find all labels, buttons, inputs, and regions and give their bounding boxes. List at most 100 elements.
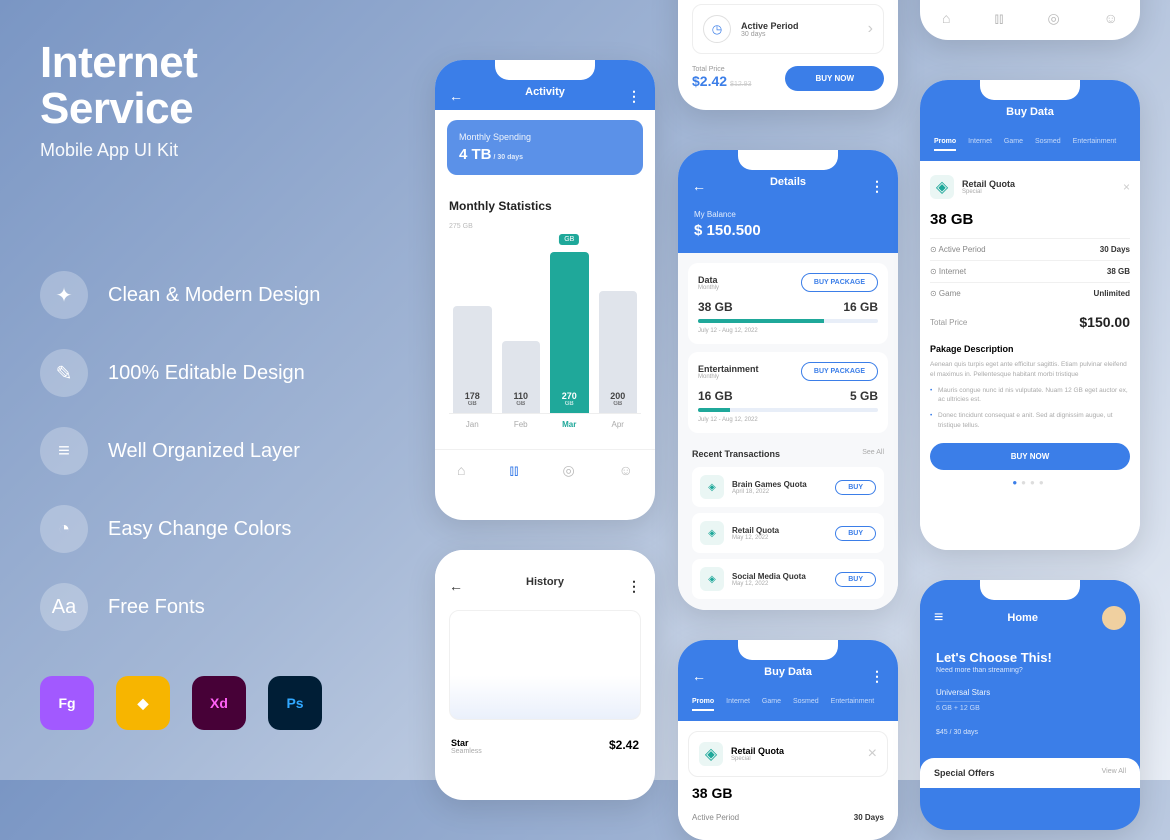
feature-text: 100% Editable Design (108, 362, 305, 385)
quota-size: 38 GB (692, 785, 884, 801)
tool-icon: Fg (40, 676, 94, 730)
buy-now-button[interactable]: BUY NOW (785, 66, 884, 91)
transaction-icon: ◈ (700, 475, 724, 499)
stats-icon[interactable]: ⫾⫾ (509, 462, 518, 479)
header-title: Buy Data (764, 666, 812, 678)
menu-icon[interactable]: ⋮ (627, 88, 641, 105)
stats-icon[interactable]: ⫾⫾ (994, 10, 1003, 27)
spending-sub: / 30 days (492, 154, 524, 161)
tab[interactable]: Internet (968, 138, 992, 151)
price-label: Total Price (692, 66, 751, 73)
buy-package-button[interactable]: BUY PACKAGE (801, 362, 878, 381)
close-icon[interactable]: × (868, 745, 877, 763)
transaction-icon: ◈ (700, 567, 724, 591)
tab[interactable]: Sosmed (793, 698, 819, 711)
screen-buy-data: Buy Data Promo Internet Game Sosmed Entertai… (920, 80, 1140, 550)
profile-icon[interactable]: ☺ (1104, 10, 1118, 27)
tab[interactable]: Game (762, 698, 781, 711)
header-title: History (526, 576, 564, 588)
header: Buy Data (920, 80, 1140, 130)
header-title: Buy Data (1006, 106, 1054, 118)
globe-icon[interactable]: ◎ (1047, 10, 1059, 27)
header: ← Activity ⋮ (435, 60, 655, 110)
back-icon[interactable]: ← (449, 578, 463, 594)
feature-text: Easy Change Colors (108, 518, 291, 541)
quota-sub: Special (731, 756, 784, 762)
header-title: Details (770, 176, 806, 188)
profile-icon[interactable]: ☺ (619, 462, 633, 479)
screen-home: ≡ Home Let's Choose This! Need more than… (920, 580, 1140, 830)
tab[interactable]: Internet (726, 698, 750, 711)
card-title: Active Period (741, 21, 799, 31)
chart-bar[interactable]: GB270GB (550, 252, 589, 413)
menu-icon[interactable]: ⋮ (627, 578, 641, 595)
buy-button[interactable]: BUY (835, 526, 876, 541)
tab[interactable]: Promo (934, 138, 956, 151)
buy-button[interactable]: BUY (835, 572, 876, 587)
transaction-item: ◈Social Media QuotaMay 12, 2022BUY (692, 559, 884, 599)
feature-item: ◔Easy Change Colors (40, 505, 410, 553)
balance-value: $ 150.500 (694, 222, 882, 239)
bottom-nav: ⌂ ⫾⫾ ◎ ☺ (435, 449, 655, 491)
feature-icon: ≡ (40, 427, 88, 475)
description-text: Aenean quis turpis eget ante efficitur s… (930, 360, 1130, 380)
menu-icon[interactable]: ⋮ (870, 668, 884, 685)
data-card: EntertainmentMonthlyBUY PACKAGE16 GB5 GB… (688, 352, 888, 433)
hamburger-icon[interactable]: ≡ (934, 609, 943, 627)
balance-label: My Balance (694, 210, 882, 219)
feature-icon: ✎ (40, 349, 88, 397)
active-period-card[interactable]: ◷ Active Period30 days › (692, 4, 884, 54)
home-icon[interactable]: ⌂ (942, 10, 950, 27)
total-price-label: Total Price (930, 318, 967, 327)
view-all-link[interactable]: View All (1102, 768, 1126, 778)
data-card: DataMonthlyBUY PACKAGE38 GB16 GBJuly 12 … (688, 263, 888, 344)
card-sub: 30 days (741, 31, 799, 38)
header: ← Buy Data ⋮ (678, 640, 898, 690)
title-line2: Service (40, 86, 410, 132)
stats-card: Monthly Statistics 275 GB 178GB110GBGB27… (435, 185, 655, 449)
month-label: Feb (502, 420, 541, 429)
plan-period: / 30 days (948, 729, 978, 736)
back-icon[interactable]: ← (692, 178, 706, 194)
page-dots: ●●●● (930, 478, 1130, 487)
tool-icon: Xd (192, 676, 246, 730)
back-icon[interactable]: ← (692, 668, 706, 684)
hero-title: Let's Choose This! (936, 650, 1124, 665)
buy-now-button[interactable]: BUY NOW (930, 443, 1130, 470)
back-icon[interactable]: ← (449, 88, 463, 104)
feature-text: Clean & Modern Design (108, 284, 320, 307)
home-icon[interactable]: ⌂ (457, 462, 465, 479)
feature-text: Well Organized Layer (108, 440, 300, 463)
header: ← History ⋮ (435, 550, 655, 600)
illustration (449, 610, 641, 720)
clock-icon: ◷ (703, 15, 731, 43)
chart-bar[interactable]: 200GB (599, 291, 638, 413)
tag-icon: ◈ (930, 175, 954, 199)
tool-icon: ◆ (116, 676, 170, 730)
tab[interactable]: Entertainment (831, 698, 875, 711)
chart-bar[interactable]: 110GB (502, 341, 541, 413)
transaction-item: ◈Retail QuotaMay 12, 2022BUY (692, 513, 884, 553)
globe-icon[interactable]: ◎ (562, 462, 574, 479)
tab[interactable]: Entertainment (1073, 138, 1117, 151)
quota-title: Retail Quota (962, 179, 1015, 189)
month-label: Mar (550, 420, 589, 429)
menu-icon[interactable]: ⋮ (870, 178, 884, 195)
chart-bar[interactable]: 178GB (453, 306, 492, 413)
close-icon[interactable]: × (1123, 180, 1130, 194)
feature-icon: Aa (40, 583, 88, 631)
buy-button[interactable]: BUY (835, 480, 876, 495)
tab[interactable]: Game (1004, 138, 1023, 151)
plan-price: $45 (936, 729, 948, 736)
screen-activity: ← Activity ⋮ Monthly Spending 4 TB / 30 … (435, 60, 655, 520)
price-old: $12.93 (730, 81, 751, 88)
recent-title: Recent Transactions (692, 449, 780, 459)
transaction-icon: ◈ (700, 521, 724, 545)
feature-item: ✎ 100% Editable Design (40, 349, 410, 397)
tab[interactable]: Sosmed (1035, 138, 1061, 151)
avatar[interactable] (1102, 606, 1126, 630)
feature-item: ✦Clean & Modern Design (40, 271, 410, 319)
see-all-link[interactable]: See All (862, 449, 884, 459)
tab[interactable]: Promo (692, 698, 714, 711)
buy-package-button[interactable]: BUY PACKAGE (801, 273, 878, 292)
